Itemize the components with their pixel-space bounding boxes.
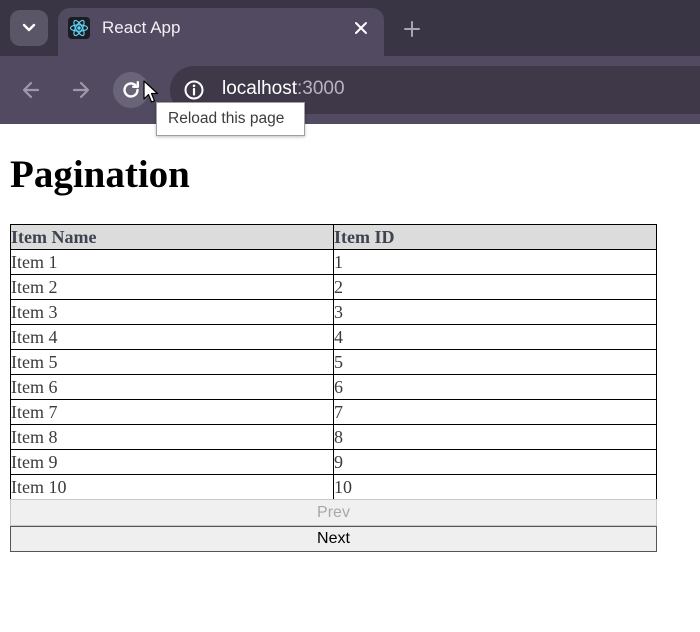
url-port: :3000 [297, 78, 345, 99]
url-text: localhost:3000 [222, 78, 345, 100]
item-id-cell: 10 [333, 474, 657, 500]
item-id-cell: 8 [333, 424, 657, 450]
next-button[interactable]: Next [10, 526, 657, 552]
item-name-cell: Item 3 [10, 299, 334, 325]
page-title: Pagination [10, 153, 190, 196]
table-row: Item 2 2 [10, 274, 657, 300]
tab-react-app[interactable]: React App [58, 8, 384, 56]
item-name-cell: Item 1 [10, 249, 334, 275]
item-id-cell: 7 [333, 399, 657, 425]
close-tab-button[interactable] [350, 17, 372, 39]
table-row: Item 5 5 [10, 349, 657, 375]
table-row: Item 6 6 [10, 374, 657, 400]
table-row: Item 7 7 [10, 399, 657, 425]
item-id-cell: 4 [333, 324, 657, 350]
column-header-item-name: Item Name [10, 224, 334, 250]
back-button[interactable] [13, 72, 49, 108]
table-row: Item 10 10 [10, 474, 657, 500]
table-row: Item 1 1 [10, 249, 657, 275]
page-content: Pagination Item Name Item ID Item 1 1 It… [0, 124, 700, 632]
browser-chrome: React App localhost:3000 [0, 0, 700, 124]
prev-button[interactable]: Prev [10, 499, 657, 526]
item-name-cell: Item 8 [10, 424, 334, 450]
item-name-cell: Item 5 [10, 349, 334, 375]
reload-tooltip: Reload this page [156, 102, 305, 136]
browser-toolbar: localhost:3000 [0, 56, 700, 124]
url-host: localhost [222, 78, 297, 99]
item-id-cell: 6 [333, 374, 657, 400]
reload-icon [123, 81, 139, 98]
item-name-cell: Item 10 [10, 474, 334, 500]
items-table: Item Name Item ID Item 1 1 Item 2 2 Item… [10, 224, 657, 500]
table-row: Item 3 3 [10, 299, 657, 325]
column-header-item-id: Item ID [333, 224, 657, 250]
item-id-cell: 9 [333, 449, 657, 475]
forward-button[interactable] [63, 72, 99, 108]
table-row: Item 9 9 [10, 449, 657, 475]
item-name-cell: Item 7 [10, 399, 334, 425]
item-name-cell: Item 9 [10, 449, 334, 475]
arrow-right-icon [72, 81, 90, 99]
item-name-cell: Item 4 [10, 324, 334, 350]
new-tab-button[interactable] [400, 17, 424, 41]
item-name-cell: Item 6 [10, 374, 334, 400]
arrow-left-icon [22, 81, 40, 99]
plus-icon [404, 21, 420, 37]
table-row: Item 8 8 [10, 424, 657, 450]
item-id-cell: 3 [333, 299, 657, 325]
tab-search-button[interactable] [10, 10, 48, 46]
item-id-cell: 1 [333, 249, 657, 275]
table-header-row: Item Name Item ID [10, 224, 657, 250]
mouse-pointer-icon [143, 80, 159, 103]
close-icon [355, 22, 367, 34]
item-id-cell: 2 [333, 274, 657, 300]
item-id-cell: 5 [333, 349, 657, 375]
tab-strip: React App [0, 0, 700, 56]
chevron-down-icon [22, 23, 36, 32]
tab-title: React App [102, 18, 181, 37]
react-logo-icon [68, 17, 90, 39]
item-name-cell: Item 2 [10, 274, 334, 300]
table-row: Item 4 4 [10, 324, 657, 350]
info-icon [184, 80, 204, 100]
